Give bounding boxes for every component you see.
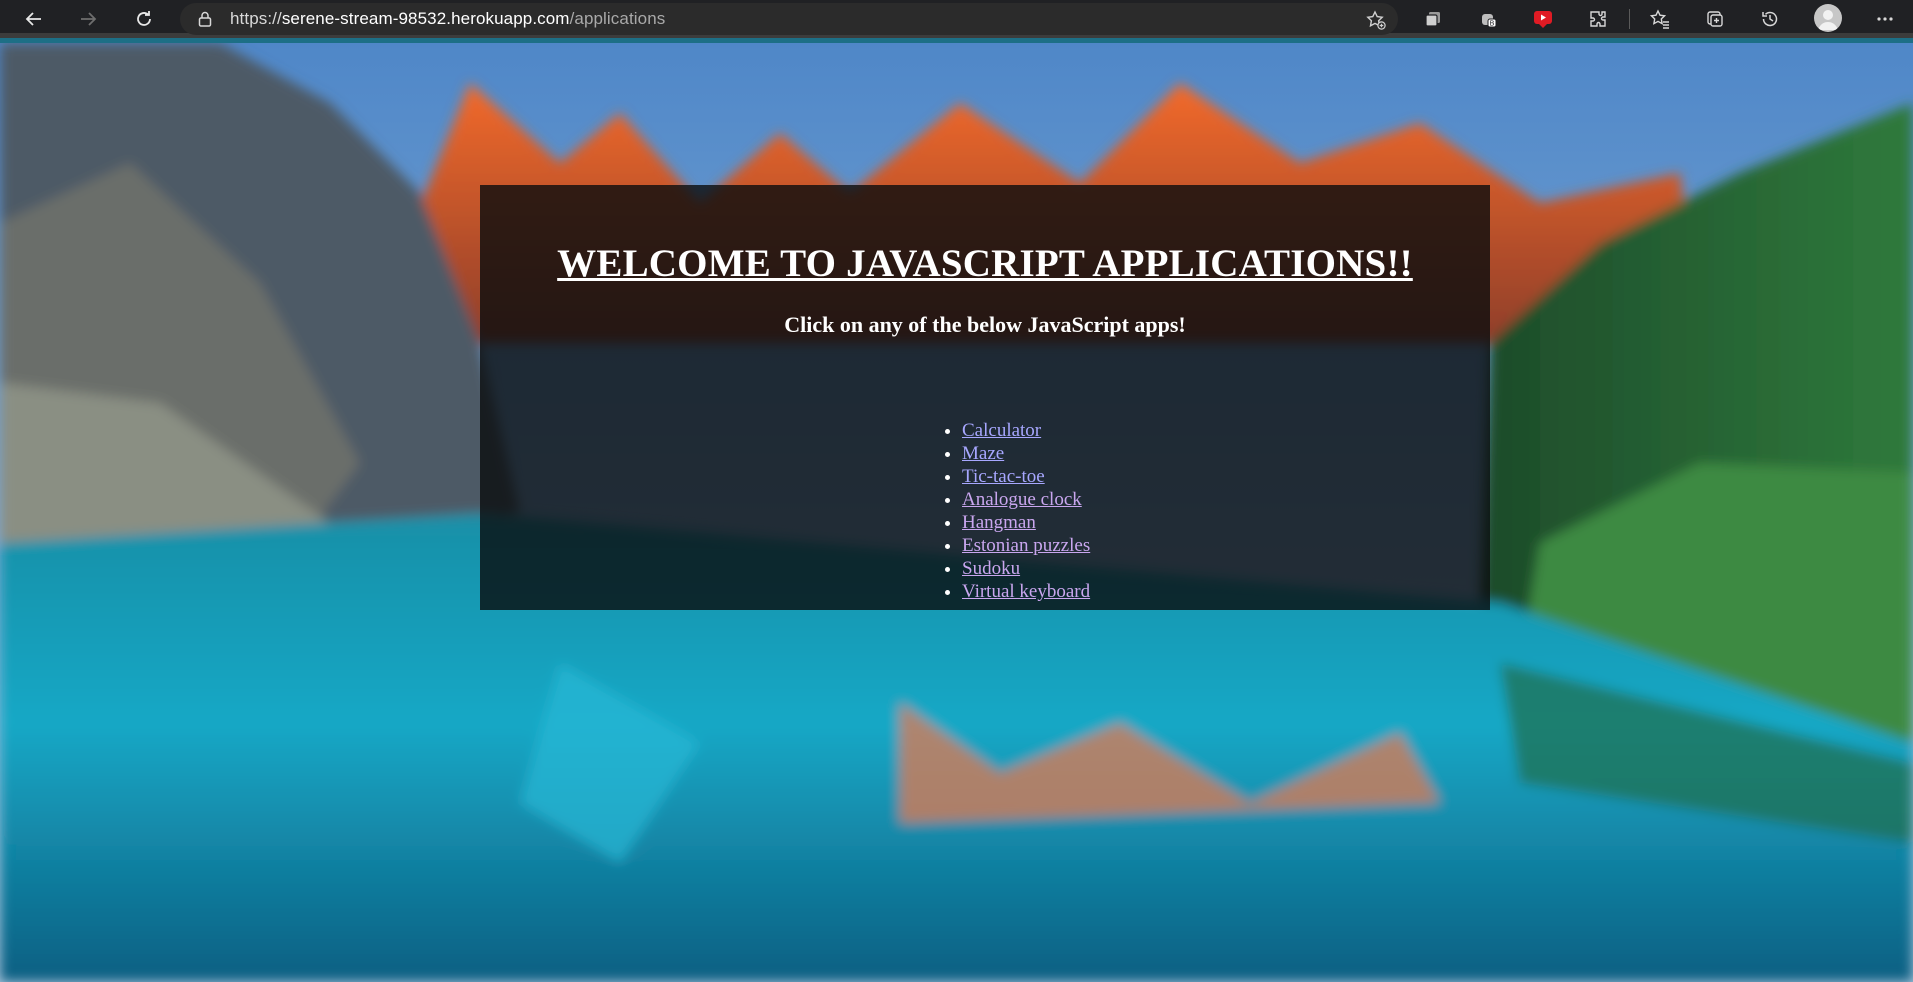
app-link-virtual-keyboard[interactable]: Virtual keyboard xyxy=(962,581,1090,602)
favorites-icon[interactable] xyxy=(1647,6,1673,32)
app-link-calculator[interactable]: Calculator xyxy=(962,420,1041,441)
history-icon[interactable] xyxy=(1757,6,1783,32)
url-path: /applications xyxy=(569,9,666,28)
split-screen-icon[interactable] xyxy=(1702,6,1728,32)
list-item: Maze xyxy=(962,442,1090,465)
list-item: Virtual keyboard xyxy=(962,580,1090,603)
browser-toolbar: https://serene-stream-98532.herokuapp.co… xyxy=(0,0,1913,38)
forward-button[interactable] xyxy=(72,3,104,35)
refresh-button[interactable] xyxy=(128,3,160,35)
url-host: serene-stream-98532.herokuapp.com xyxy=(281,9,570,28)
lock-icon[interactable] xyxy=(198,11,214,27)
app-link-maze[interactable]: Maze xyxy=(962,443,1004,464)
app-link-analogue-clock[interactable]: Analogue clock xyxy=(962,489,1082,510)
collections-icon[interactable] xyxy=(1420,6,1446,32)
content-panel: WELCOME TO JAVASCRIPT APPLICATIONS!! Cli… xyxy=(480,185,1490,610)
app-link-sudoku[interactable]: Sudoku xyxy=(962,558,1020,579)
app-list: Calculator Maze Tic-tac-toe Analogue clo… xyxy=(942,419,1090,603)
back-button[interactable] xyxy=(18,3,50,35)
puzzle-extensions-icon[interactable] xyxy=(1585,6,1611,32)
svg-text:B: B xyxy=(1490,21,1495,28)
back-icon xyxy=(25,12,41,26)
list-item: Calculator xyxy=(962,419,1090,442)
url-scheme: https:// xyxy=(230,9,282,28)
list-item: Estonian puzzles xyxy=(962,534,1090,557)
app-link-tic-tac-toe[interactable]: Tic-tac-toe xyxy=(962,466,1045,487)
list-item: Sudoku xyxy=(962,557,1090,580)
profile-avatar[interactable] xyxy=(1814,4,1842,32)
page-subtitle: Click on any of the below JavaScript app… xyxy=(784,312,1186,337)
list-item: Hangman xyxy=(962,511,1090,534)
app-link-hangman[interactable]: Hangman xyxy=(962,512,1036,533)
toolbar-separator xyxy=(1629,9,1630,29)
add-favorite-icon[interactable] xyxy=(1366,10,1386,30)
forward-icon xyxy=(81,12,97,26)
extension-icon[interactable]: B xyxy=(1476,6,1502,32)
list-item: Tic-tac-toe xyxy=(962,465,1090,488)
page-title: WELCOME TO JAVASCRIPT APPLICATIONS!! xyxy=(557,242,1413,285)
more-icon[interactable] xyxy=(1872,6,1898,32)
video-extension-icon[interactable] xyxy=(1530,6,1556,32)
list-item: Analogue clock xyxy=(962,488,1090,511)
refresh-icon xyxy=(137,11,151,26)
app-link-estonian-puzzles[interactable]: Estonian puzzles xyxy=(962,535,1090,556)
address-bar[interactable]: https://serene-stream-98532.herokuapp.co… xyxy=(180,3,1398,35)
url-text[interactable]: https://serene-stream-98532.herokuapp.co… xyxy=(230,9,665,29)
